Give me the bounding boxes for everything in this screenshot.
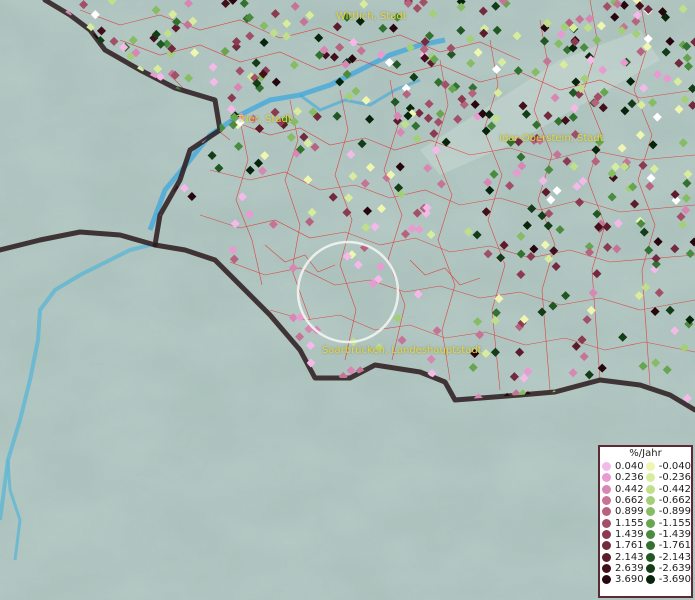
legend-title: %/Jahr [629, 448, 662, 459]
legend-item-positive: 0.040 [602, 461, 646, 472]
legend-label: -1.155 [658, 517, 691, 529]
legend-label: -1.761 [658, 540, 691, 552]
legend-swatch [645, 563, 655, 573]
legend-label: -0.899 [658, 506, 691, 518]
legend-label: -2.143 [658, 551, 691, 563]
legend-swatch [602, 529, 611, 539]
legend-item-negative: -0.662 [645, 495, 691, 507]
legend-swatch [645, 496, 655, 506]
legend-label: 0.662 [615, 495, 644, 507]
legend-swatch [645, 507, 655, 517]
legend-swatch [602, 541, 611, 551]
legend-item-negative: -2.143 [645, 551, 691, 563]
legend-label: 1.439 [615, 528, 644, 540]
legend-item-positive: 0.442 [602, 484, 646, 495]
legend-label: -1.439 [658, 528, 691, 540]
legend-swatch [645, 484, 655, 494]
legend-swatch [602, 507, 611, 517]
legend-swatch [602, 552, 611, 562]
legend-item-positive: 1.439 [602, 529, 646, 540]
legend-swatch [645, 462, 655, 472]
legend-swatch [602, 563, 611, 573]
legend-swatch [602, 462, 611, 472]
legend-item-negative: -1.761 [645, 540, 691, 552]
legend-item-negative: -0.040 [645, 461, 691, 473]
legend-item-negative: -1.155 [645, 517, 691, 529]
legend-swatch [602, 496, 611, 506]
legend-item-positive: 1.761 [602, 540, 646, 551]
legend-item-positive: 2.639 [602, 563, 646, 574]
legend-positive-column: 0.040 0.236 0.442 0.662 0.899 1.155 1.439 1.761… [602, 461, 646, 585]
legend-swatch [645, 541, 655, 551]
legend-label: -0.040 [658, 461, 691, 473]
legend-label: 2.143 [615, 551, 644, 563]
legend-item-positive: 0.899 [602, 506, 646, 517]
legend-swatch [645, 518, 655, 528]
map-canvas[interactable] [0, 0, 695, 600]
legend-item-negative: -0.899 [645, 506, 691, 518]
legend-label: -3.690 [658, 574, 691, 586]
legend-label: -2.639 [658, 562, 691, 574]
legend-label: 0.236 [615, 472, 644, 484]
legend-label: 1.761 [615, 540, 644, 552]
legend-swatch [645, 529, 655, 539]
legend-label: -0.442 [658, 483, 691, 495]
legend-item-negative: -0.442 [645, 483, 691, 495]
legend-negative-column: -0.040 -0.236 -0.442 -0.662 -0.899 -1.155 -1.4… [645, 461, 691, 586]
legend-item-negative: -2.639 [645, 562, 691, 574]
city-label-wittlich: Wittlich, Stadt [336, 11, 407, 22]
legend-item-negative: -1.439 [645, 528, 691, 540]
legend-swatch [602, 473, 611, 483]
legend: %/Jahr 0.040 0.236 0.442 0.662 0.899 1.155 1.4… [598, 445, 693, 598]
legend-swatch [645, 473, 655, 483]
legend-item-positive: 1.155 [602, 517, 646, 529]
legend-swatch [645, 552, 655, 562]
legend-item-negative: -3.690 [645, 574, 691, 586]
legend-swatch [602, 518, 611, 528]
legend-item-negative: -0.236 [645, 472, 691, 484]
legend-item-positive: 0.236 [602, 472, 646, 483]
legend-label: -0.236 [658, 472, 691, 484]
city-label-trier: Trier, Stadt [237, 114, 292, 125]
legend-label: 0.040 [615, 461, 644, 473]
legend-label: -0.662 [658, 495, 691, 507]
legend-label: 3.690 [615, 574, 644, 586]
legend-item-positive: 2.143 [602, 551, 646, 563]
city-label-saarbruecken: Saarbrücken, Landeshauptstadt [322, 345, 482, 356]
legend-swatch [645, 575, 655, 585]
legend-label: 2.639 [615, 562, 644, 574]
legend-item-positive: 3.690 [602, 574, 646, 585]
legend-swatch [602, 484, 611, 494]
legend-item-positive: 0.662 [602, 495, 646, 506]
legend-label: 0.442 [615, 483, 644, 495]
legend-label: 1.155 [615, 517, 644, 529]
legend-swatch [602, 575, 611, 585]
legend-label: 0.899 [615, 506, 644, 518]
city-label-idar-oberstein: Idar-Oberstein, Stadt [499, 133, 604, 144]
